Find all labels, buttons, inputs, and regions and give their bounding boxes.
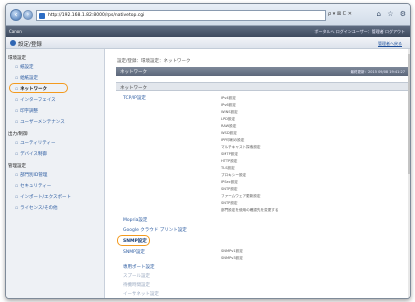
section-header: ネットワーク — [116, 82, 408, 91]
snmp-sub-item: SNMPv1設定 — [221, 249, 243, 253]
tcpip-settings-link[interactable]: TCP/IP設定 — [123, 95, 146, 101]
tcpip-sub-item: HTTP設定 — [221, 159, 238, 163]
favorites-star-icon[interactable]: ☆ — [387, 10, 393, 18]
tcpip-sub-item: SMTP設定 — [221, 152, 238, 156]
sidebar-item-interface[interactable]: ▫ インターフェイス — [15, 97, 56, 103]
scrollbar-thumb[interactable] — [408, 54, 410, 174]
sidebar-item-license[interactable]: ▫ ライセンス/その他 — [15, 205, 58, 211]
address-tools[interactable]: ρ ▾ ⊠ C ✕ — [328, 11, 352, 17]
dedicated-port-link[interactable]: 専用ポート設定 — [123, 264, 155, 270]
tcpip-sub-item: 部門設定を使用の確認先を変更する — [221, 208, 279, 212]
home-icon[interactable]: ⌂ — [377, 10, 381, 18]
sidebar: 環境設定 ▫ 紙設定 ▫ 給紙設定 ▫ ネットワーク ▫ インターフェイス ▫ 印字調整 … — [6, 49, 105, 298]
browser-toolbar: ‹ › http://192.168.1.82:8000/rps/nativet… — [6, 4, 410, 26]
wait-time-link[interactable]: 待機時間設定 — [123, 282, 150, 288]
highlight-ring — [117, 235, 150, 246]
mopria-settings-link[interactable]: Mopria設定 — [123, 217, 147, 223]
header-user-links[interactable]: ポータルへ ログインユーザー：管理者 ログアウト — [315, 29, 405, 35]
tcpip-sub-item: IPv4設定 — [221, 96, 236, 100]
sidebar-item-import-export[interactable]: ▫ インポート/エクスポート — [15, 194, 71, 200]
scrollbar[interactable] — [408, 49, 410, 298]
tcpip-sub-item: マルチキャスト探索設定 — [221, 145, 261, 149]
last-updated: 最終更新：2015 09/08 19:41:27 — [350, 69, 405, 74]
url-text: http://192.168.1.82:8000/rps/nativetop.c… — [48, 13, 145, 18]
forward-arrow-icon[interactable]: › — [23, 10, 33, 20]
sidebar-section-title: 出力/制御 — [8, 132, 28, 137]
tcpip-sub-item: IPv6設定 — [221, 103, 236, 107]
app-header: Canon ポータルへ ログインユーザー：管理者 ログアウト — [6, 26, 410, 37]
tcpip-sub-item: RAW設定 — [221, 124, 237, 128]
google-cloud-print-link[interactable]: Google クラウド プリント設定 — [123, 227, 187, 233]
page-subheader: 設定/登録 管理者へ戻る — [6, 37, 410, 49]
settings-icon — [10, 40, 16, 46]
highlight-ring — [9, 83, 68, 93]
spool-settings-link[interactable]: スプール設定 — [123, 273, 150, 279]
sidebar-item-device-control[interactable]: ▫ デバイス制御 — [15, 151, 47, 157]
sidebar-item-print-adjust[interactable]: ▫ 印字調整 — [15, 108, 38, 114]
sidebar-section-title: 環境設定 — [8, 56, 26, 61]
tcpip-sub-item: WINS設定 — [221, 110, 238, 114]
tcpip-sub-item: IPP印刷の設定 — [221, 138, 245, 142]
ethernet-settings-link[interactable]: イーサネット設定 — [123, 291, 159, 297]
tcpip-sub-item: SNTP設定 — [221, 201, 238, 205]
tcpip-sub-item: SNTP設定 — [221, 187, 238, 191]
tcpip-sub-item: プロキシー設定 — [221, 173, 247, 177]
snmp-sub-item: SNMPv3設定 — [221, 256, 243, 260]
page-title: 設定/登録 — [18, 42, 42, 48]
sidebar-item-dept-id[interactable]: ▫ 部門別ID管理 — [15, 172, 47, 178]
portal-link[interactable]: 管理者へ戻る — [378, 41, 402, 47]
command-icons: ⌂ ☆ ⚙ — [373, 10, 406, 18]
tcpip-sub-item: WSD設定 — [221, 131, 237, 135]
sidebar-item-security[interactable]: ▫ セキュリティー — [15, 183, 51, 189]
section-title: ネットワーク — [120, 86, 147, 91]
sidebar-item-utility[interactable]: ▫ ユーティリティー — [15, 140, 56, 146]
page-favicon-icon — [39, 13, 45, 19]
tools-gear-icon[interactable]: ⚙ — [400, 10, 406, 18]
browser-window: ‹ › http://192.168.1.82:8000/rps/nativet… — [5, 3, 411, 299]
tcpip-sub-item: TLS設定 — [221, 166, 235, 170]
address-bar[interactable]: http://192.168.1.82:8000/rps/nativetop.c… — [36, 10, 326, 21]
tcpip-sub-item: ファームウェア更新設定 — [221, 194, 261, 198]
sidebar-item-paper[interactable]: ▫ 紙設定 — [15, 64, 34, 70]
snmp-link[interactable]: SNMP設定 — [123, 249, 145, 255]
tcpip-sub-item: LPD設定 — [221, 117, 236, 121]
content-title: ネットワーク — [120, 70, 147, 75]
content-title-bar: ネットワーク 最終更新：2015 09/08 19:41:27 — [116, 67, 408, 76]
sidebar-item-feed[interactable]: ▫ 給紙設定 — [15, 75, 38, 81]
tcpip-sub-item: IPSec設定 — [221, 180, 238, 184]
breadcrumb: 設定/登録：環境設定：ネットワーク — [117, 59, 191, 64]
brand-logo: Canon — [9, 29, 22, 34]
back-arrow-icon[interactable]: ‹ — [10, 9, 22, 21]
main-content: 設定/登録：環境設定：ネットワーク ネットワーク 最終更新：2015 09/08… — [106, 49, 410, 298]
sidebar-section-title: 管理設定 — [8, 164, 26, 169]
sidebar-item-user-maintenance[interactable]: ▫ ユーザーメンテナンス — [15, 119, 65, 125]
